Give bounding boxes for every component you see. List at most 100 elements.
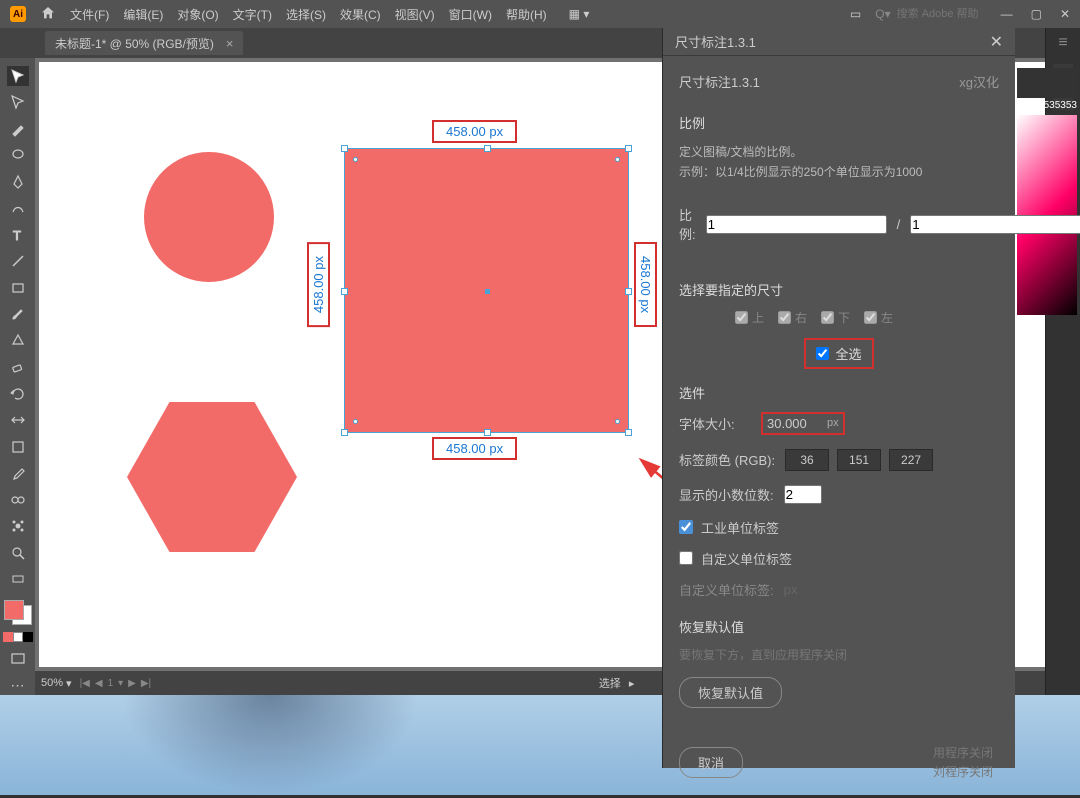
panel-credit: xg汉化: [959, 72, 999, 91]
tab-close-icon[interactable]: ×: [226, 36, 234, 51]
resize-handle[interactable]: [341, 288, 348, 295]
mini-swatches[interactable]: [3, 632, 33, 642]
main-menu: 文件(F) 编辑(E) 对象(O) 文字(T) 选择(S) 效果(C) 视图(V…: [70, 6, 547, 23]
corner-widget[interactable]: [615, 157, 620, 162]
rgb-b-input[interactable]: [889, 449, 933, 471]
menu-type[interactable]: 文字(T): [233, 6, 272, 23]
menu-help[interactable]: 帮助(H): [506, 6, 547, 23]
color-preview[interactable]: [1017, 68, 1077, 98]
resize-handle[interactable]: [341, 429, 348, 436]
workspace-icon[interactable]: ▭: [850, 7, 861, 21]
color-panel: 535353: [1017, 68, 1077, 408]
resize-handle[interactable]: [341, 145, 348, 152]
lasso-tool[interactable]: [7, 146, 29, 166]
cancel-button[interactable]: 取消: [679, 747, 743, 778]
zoom-control[interactable]: 50%▾: [41, 677, 72, 690]
dimension-label-right: 458.00 px: [634, 242, 657, 327]
search-input[interactable]: [897, 8, 987, 20]
corner-widget[interactable]: [615, 419, 620, 424]
dim-right-checkbox[interactable]: 右: [778, 309, 807, 326]
select-all-highlight: 全选: [804, 338, 873, 369]
status-mode: 选择: [599, 675, 621, 691]
nav-page[interactable]: 1: [108, 678, 114, 689]
restore-desc: 要恢复下方，直到应用程序关闭: [679, 646, 999, 663]
industrial-unit-checkbox[interactable]: [679, 520, 693, 534]
maximize-button[interactable]: ▢: [1031, 7, 1042, 21]
font-size-input[interactable]: [767, 416, 823, 431]
width-tool[interactable]: [7, 411, 29, 431]
panel-close-icon[interactable]: ✕: [990, 32, 1003, 52]
custom-unit-label: 自定义单位标签:: [679, 580, 774, 599]
center-point: [485, 289, 490, 294]
nav-first[interactable]: |◀: [80, 678, 90, 689]
screen-mode-tool[interactable]: [7, 649, 29, 669]
hexagon-shape[interactable]: [127, 402, 297, 552]
search-icon[interactable]: Q▾: [875, 7, 890, 21]
rgb-r-input[interactable]: [785, 449, 829, 471]
resize-handle[interactable]: [484, 429, 491, 436]
decimals-input[interactable]: [784, 485, 822, 504]
symbol-tool[interactable]: [7, 517, 29, 537]
eraser-tool[interactable]: [7, 358, 29, 378]
label-color-label: 标签颜色 (RGB):: [679, 450, 775, 469]
menu-effect[interactable]: 效果(C): [340, 6, 381, 23]
menu-object[interactable]: 对象(O): [177, 6, 218, 23]
gradient-tool[interactable]: [7, 570, 29, 590]
dim-down-checkbox[interactable]: 下: [821, 309, 850, 326]
magic-wand-tool[interactable]: [7, 119, 29, 139]
rectangle-tool[interactable]: [7, 278, 29, 298]
pen-tool[interactable]: [7, 172, 29, 192]
curvature-tool[interactable]: [7, 199, 29, 219]
tab-title: 未标题-1* @ 50% (RGB/预览): [55, 35, 214, 52]
color-swatches[interactable]: [4, 600, 32, 625]
nav-last[interactable]: ▶|: [141, 678, 151, 689]
rgb-g-input[interactable]: [837, 449, 881, 471]
resize-handle[interactable]: [625, 145, 632, 152]
home-icon[interactable]: [40, 5, 56, 24]
close-window-button[interactable]: ✕: [1060, 7, 1070, 21]
custom-unit-chk-label: 自定义单位标签: [701, 549, 792, 568]
corner-widget[interactable]: [353, 157, 358, 162]
restore-defaults-button[interactable]: 恢复默认值: [679, 677, 782, 708]
dock-menu-icon[interactable]: ≡: [1046, 28, 1080, 58]
direct-selection-tool[interactable]: [7, 93, 29, 113]
selection-tool[interactable]: [7, 66, 29, 86]
ratio-b-input[interactable]: [910, 215, 1080, 234]
dim-up-checkbox[interactable]: 上: [735, 309, 764, 326]
custom-unit-checkbox[interactable]: [679, 551, 693, 565]
free-transform-tool[interactable]: [7, 437, 29, 457]
minimize-button[interactable]: —: [1001, 7, 1013, 21]
zoom-tool[interactable]: [7, 543, 29, 563]
eyedropper-tool[interactable]: [7, 464, 29, 484]
dims-section-title: 选择要指定的尺寸: [679, 280, 999, 299]
resize-handle[interactable]: [484, 145, 491, 152]
dim-left-checkbox[interactable]: 左: [864, 309, 893, 326]
circle-shape[interactable]: [144, 152, 274, 282]
blend-tool[interactable]: [7, 490, 29, 510]
document-tab[interactable]: 未标题-1* @ 50% (RGB/预览) ×: [45, 31, 243, 55]
selected-rectangle[interactable]: [344, 148, 629, 433]
font-size-unit: px: [827, 417, 839, 429]
menu-file[interactable]: 文件(F): [70, 6, 109, 23]
shaper-tool[interactable]: [7, 331, 29, 351]
menu-select[interactable]: 选择(S): [286, 6, 326, 23]
select-all-checkbox[interactable]: 全选: [816, 344, 861, 363]
layout-icon[interactable]: ▦ ▾: [569, 7, 590, 21]
nav-prev[interactable]: ◀: [95, 678, 103, 689]
menu-edit[interactable]: 编辑(E): [123, 6, 163, 23]
nav-next[interactable]: ▶: [128, 678, 136, 689]
corner-widget[interactable]: [353, 419, 358, 424]
menu-window[interactable]: 窗口(W): [449, 6, 492, 23]
edit-toolbar[interactable]: ⋯: [7, 675, 29, 695]
resize-handle[interactable]: [625, 429, 632, 436]
custom-unit-input[interactable]: [784, 582, 844, 597]
ratio-a-input[interactable]: [706, 215, 887, 234]
scale-section-title: 比例: [679, 113, 999, 132]
type-tool[interactable]: T: [7, 225, 29, 245]
resize-handle[interactable]: [625, 288, 632, 295]
menu-view[interactable]: 视图(V): [395, 6, 435, 23]
rotate-tool[interactable]: [7, 384, 29, 404]
ratio-separator: /: [897, 217, 901, 232]
brush-tool[interactable]: [7, 305, 29, 325]
line-tool[interactable]: [7, 252, 29, 272]
